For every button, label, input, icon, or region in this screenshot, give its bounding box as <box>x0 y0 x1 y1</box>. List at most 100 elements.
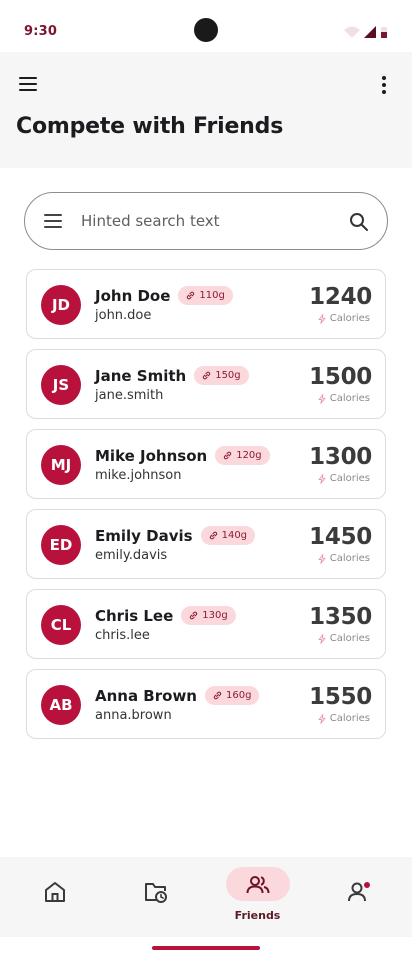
friend-name: Chris Lee <box>95 606 174 625</box>
username: jane.smith <box>95 388 164 403</box>
calories-value: 1350 <box>309 604 372 630</box>
nav-item-friends[interactable]: Friends <box>206 857 309 937</box>
calories-value: 1240 <box>309 284 372 310</box>
history-icon <box>144 883 167 903</box>
avatar: JS <box>41 365 81 405</box>
friend-list: JD John Doe 110g john.doe 1240 Calories … <box>26 269 386 749</box>
page-title: Compete with Friends <box>16 114 284 139</box>
link-icon <box>187 291 195 300</box>
name-row: Mike Johnson 120g <box>95 446 270 465</box>
calories-label: Calories <box>317 393 370 404</box>
friend-name: Emily Davis <box>95 526 193 545</box>
calories-label: Calories <box>317 313 370 324</box>
avatar: JD <box>41 285 81 325</box>
nav-item-profile[interactable] <box>306 857 409 937</box>
username: emily.davis <box>95 548 168 563</box>
hamburger-icon-line <box>19 77 37 79</box>
home-icon <box>44 882 65 902</box>
status-icons <box>344 26 387 38</box>
calories-value: 1300 <box>309 444 372 470</box>
name-row: John Doe 110g <box>95 286 233 305</box>
wifi-icon <box>344 26 360 38</box>
nav-item-history[interactable] <box>104 857 207 937</box>
nav-item-home[interactable] <box>3 857 106 937</box>
search-input[interactable] <box>81 193 331 249</box>
weight-chip: 160g <box>204 686 260 705</box>
calories-value: 1550 <box>309 684 372 710</box>
hamburger-icon-line <box>19 89 37 91</box>
calories-label-text: Calories <box>329 553 370 564</box>
weight-value: 110g <box>199 290 225 301</box>
calories-label: Calories <box>317 553 370 564</box>
name-row: Anna Brown 160g <box>95 686 260 705</box>
more-options-button[interactable] <box>374 72 394 98</box>
avatar: MJ <box>41 445 81 485</box>
name-row: Jane Smith 150g <box>95 366 249 385</box>
weight-value: 140g <box>221 530 248 541</box>
username: mike.johnson <box>95 468 182 483</box>
avatar: CL <box>41 605 81 645</box>
calories-label-text: Calories <box>329 393 370 404</box>
friend-card[interactable]: JS Jane Smith 150g jane.smith 1500 Calor… <box>26 349 386 419</box>
calories-label-text: Calories <box>329 633 370 644</box>
calories-value: 1500 <box>309 364 372 390</box>
gesture-bar[interactable] <box>152 946 260 950</box>
camera-cutout <box>194 18 218 42</box>
link-icon <box>209 531 217 540</box>
name-row: Emily Davis 140g <box>95 526 256 545</box>
search-bar <box>24 192 388 250</box>
bolt-icon <box>318 713 326 724</box>
hamburger-icon-line <box>19 83 37 85</box>
bottom-nav: Friends <box>0 857 412 937</box>
nav-label-friends: Friends <box>234 909 281 922</box>
username: john.doe <box>95 308 152 323</box>
bolt-icon <box>318 633 326 644</box>
link-icon <box>224 451 232 460</box>
weight-value: 120g <box>236 450 262 461</box>
friend-card[interactable]: CL Chris Lee 130g chris.lee 1350 Calorie… <box>26 589 386 659</box>
more-vert-icon-dot <box>382 90 386 94</box>
friend-name: Anna Brown <box>95 686 197 705</box>
weight-value: 150g <box>215 370 241 381</box>
link-icon <box>190 611 198 620</box>
app-bar: Compete with Friends <box>0 52 412 168</box>
friend-name: John Doe <box>95 286 171 305</box>
friends-icon <box>246 876 269 894</box>
status-bar: 9:30 <box>0 0 412 52</box>
calories-label: Calories <box>317 633 370 644</box>
weight-chip: 120g <box>215 446 270 465</box>
more-vert-icon-dot <box>382 83 386 87</box>
menu-button[interactable] <box>14 70 42 98</box>
bolt-icon <box>318 553 326 564</box>
weight-chip: 110g <box>178 286 233 305</box>
username: chris.lee <box>95 628 150 643</box>
link-icon <box>203 371 211 380</box>
weight-chip: 140g <box>200 526 256 545</box>
calories-label: Calories <box>317 473 370 484</box>
avatar: AB <box>41 685 81 725</box>
more-vert-icon-dot <box>382 76 386 80</box>
username: anna.brown <box>95 708 172 723</box>
status-time: 9:30 <box>24 24 58 39</box>
signal-icon <box>364 26 376 38</box>
friend-card[interactable]: MJ Mike Johnson 120g mike.johnson 1300 C… <box>26 429 386 499</box>
notification-badge <box>364 882 370 888</box>
friend-name: Jane Smith <box>95 366 187 385</box>
name-row: Chris Lee 130g <box>95 606 236 625</box>
friend-name: Mike Johnson <box>95 446 208 465</box>
bolt-icon <box>318 393 326 404</box>
weight-chip: 150g <box>194 366 249 385</box>
menu-icon[interactable] <box>43 213 63 229</box>
friend-card[interactable]: ED Emily Davis 140g emily.davis 1450 Cal… <box>26 509 386 579</box>
friend-card[interactable]: AB Anna Brown 160g anna.brown 1550 Calor… <box>26 669 386 739</box>
calories-label-text: Calories <box>329 713 370 724</box>
avatar: ED <box>41 525 81 565</box>
bolt-icon <box>318 313 326 324</box>
search-icon[interactable] <box>347 210 371 234</box>
bolt-icon <box>318 473 326 484</box>
calories-value: 1450 <box>309 524 372 550</box>
friend-card[interactable]: JD John Doe 110g john.doe 1240 Calories <box>26 269 386 339</box>
weight-value: 160g <box>225 690 252 701</box>
weight-chip: 130g <box>181 606 236 625</box>
calories-label-text: Calories <box>329 473 370 484</box>
